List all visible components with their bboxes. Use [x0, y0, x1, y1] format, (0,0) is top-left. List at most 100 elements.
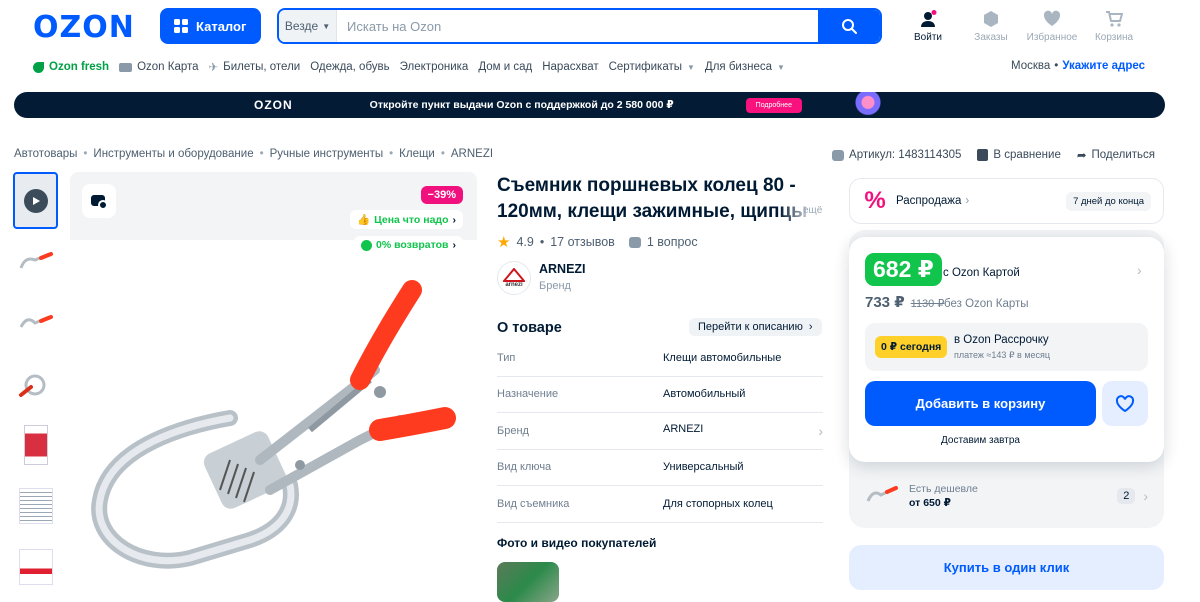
chevron-down-icon: ▼ — [777, 62, 785, 72]
spec-row: Вид съемника Для стопорных колец — [497, 486, 823, 523]
thumbnail-image[interactable] — [13, 416, 58, 473]
share-icon: ➦ — [1076, 150, 1087, 162]
subnav-ozon-card[interactable]: Ozon Карта — [119, 61, 199, 73]
customer-photo[interactable] — [497, 562, 559, 602]
document-image — [18, 487, 53, 524]
breadcrumb-item[interactable]: Ручные инструменты — [270, 148, 383, 160]
sale-days-badge: 7 дней до конца — [1066, 191, 1151, 211]
installment-badge: 0 ₽ сегодня — [875, 336, 948, 358]
subnav-trending[interactable]: Нарасхват — [542, 61, 598, 73]
document-image — [18, 548, 53, 585]
discount-badge: −39% — [420, 186, 463, 204]
go-to-description-button[interactable]: Перейти к описанию › — [689, 318, 822, 336]
subnav-clothes[interactable]: Одежда, обувь — [310, 61, 389, 73]
chevron-right-icon: › — [965, 195, 970, 207]
spec-row[interactable]: Бренд ARNEZI › — [497, 413, 823, 450]
breadcrumb-item[interactable]: Клещи — [399, 148, 435, 160]
chevron-down-icon: ▼ — [687, 62, 695, 72]
header-orders[interactable]: Заказы — [961, 10, 1021, 43]
spec-value-text: Клещи автомобильные — [663, 351, 782, 364]
search-button[interactable] — [818, 10, 880, 42]
brand-logo[interactable]: arnezi — [497, 261, 531, 295]
installment-subtitle: платеж ≈143 ₽ в месяц — [954, 350, 1051, 360]
spec-key: Вид ключа — [497, 461, 552, 474]
ozon-logo[interactable]: OZON — [33, 10, 135, 45]
leaf-icon — [33, 61, 44, 73]
promo-banner[interactable]: OZON Откройте пункт выдачи Ozon с поддер… — [14, 92, 1165, 118]
old-price: 1130 ₽ — [910, 298, 945, 310]
return-icon — [361, 239, 372, 251]
cheaper-offers[interactable]: Есть дешевле от 650 ₽ 2 › — [865, 478, 1148, 514]
subnav-label: Электроника — [399, 61, 469, 73]
thumbnail-image[interactable] — [13, 477, 58, 534]
chevron-right-icon[interactable]: › — [1137, 262, 1142, 278]
subnav-business[interactable]: Для бизнеса ▼ — [705, 61, 785, 73]
location: Москва • Укажите адрес — [1011, 60, 1145, 72]
thumbnail-video[interactable] — [13, 172, 58, 229]
spec-value-text: Автомобильный — [663, 388, 746, 401]
banner-button[interactable]: Подробнее — [745, 97, 802, 113]
header-orders-label: Заказы — [974, 32, 1008, 43]
spec-key: Тип — [497, 351, 516, 364]
product-image — [70, 240, 477, 597]
title-more-link[interactable]: ещё — [803, 205, 822, 216]
cheaper-label: Есть дешевле — [909, 483, 978, 495]
subnav-label: Билеты, отели — [223, 61, 301, 73]
add-to-favorites-button[interactable] — [1102, 381, 1148, 426]
compare-button[interactable]: В сравнение — [977, 149, 1061, 161]
product-gallery[interactable]: −39% 👍 Цена что надо › 0% возвратов › — [70, 172, 477, 597]
rating-value[interactable]: 4.9 — [516, 235, 533, 249]
product-title: Съемник поршневых колец 80 - 120мм, клещ… — [497, 175, 808, 222]
search-bar: Везде ▼ — [277, 8, 882, 44]
regular-price: 733 ₽ 1130 ₽ — [865, 293, 944, 311]
thumbnail-image[interactable] — [13, 294, 58, 351]
thumbnail-image[interactable] — [13, 233, 58, 290]
card-price[interactable]: 682 ₽ — [865, 253, 942, 286]
search-input[interactable] — [337, 10, 818, 42]
address-link[interactable]: Укажите адрес — [1062, 60, 1145, 72]
search-scope-label: Везде — [284, 19, 319, 33]
breadcrumb-separator: • — [259, 148, 264, 160]
breadcrumb-item[interactable]: Автотовары — [14, 148, 77, 160]
city-label[interactable]: Москва — [1011, 60, 1050, 72]
price-tag-badge[interactable]: 👍 Цена что надо › — [349, 210, 463, 229]
dot-separator: • — [539, 235, 545, 249]
sku[interactable]: Артикул: 1483114305 — [832, 149, 961, 161]
regular-price-label: без Ozon Карты — [944, 298, 1029, 310]
questions-link[interactable]: 1 вопрос — [647, 235, 698, 249]
dot-separator: • — [1054, 60, 1059, 72]
reviews-link[interactable]: 17 отзывов — [550, 235, 615, 249]
add-to-cart-button[interactable]: Добавить в корзину — [865, 381, 1096, 426]
buy-one-click-button[interactable]: Купить в один клик — [849, 545, 1164, 590]
thumbnail-image[interactable] — [13, 355, 58, 412]
percent-icon: % — [864, 187, 886, 214]
brand-logo-text: arnezi — [505, 282, 523, 288]
subnav-certificates[interactable]: Сертификаты ▼ — [609, 61, 695, 73]
sale-card[interactable]: % Распродажа › 7 дней до конца — [849, 178, 1164, 224]
sale-label: Распродажа — [896, 195, 962, 207]
subnav-tickets[interactable]: ✈ Билеты, отели — [209, 60, 301, 74]
video-review-icon[interactable] — [82, 184, 116, 218]
subnav-home-garden[interactable]: Дом и сад — [478, 61, 532, 73]
catalog-label: Каталог — [196, 18, 247, 34]
compare-icon — [977, 149, 989, 161]
subnav-electronics[interactable]: Электроника — [400, 61, 469, 73]
price-tag-label: Цена что надо — [374, 213, 449, 226]
breadcrumb-item[interactable]: ARNEZI — [451, 148, 493, 160]
header-login[interactable]: Войти — [898, 10, 958, 43]
returns-badge[interactable]: 0% возвратов › — [354, 236, 463, 254]
breadcrumb-item[interactable]: Инструменты и оборудование — [93, 148, 253, 160]
spec-value: Универсальный — [663, 461, 823, 473]
brand-name[interactable]: ARNEZI — [539, 262, 586, 276]
thumbnail-image[interactable] — [13, 538, 58, 595]
share-button[interactable]: ➦ Поделиться — [1077, 148, 1155, 162]
subnav-label: Дом и сад — [478, 61, 533, 73]
header-cart[interactable]: Корзина — [1084, 10, 1144, 43]
catalog-button[interactable]: Каталог — [160, 8, 261, 44]
card-icon — [119, 62, 133, 72]
search-scope-select[interactable]: Везде ▼ — [279, 10, 337, 42]
subnav-label: Для бизнеса — [704, 61, 773, 73]
breadcrumb-separator: • — [440, 148, 445, 160]
header-favorites[interactable]: Избранное — [1022, 10, 1082, 43]
subnav-ozon-fresh[interactable]: Ozon fresh — [33, 61, 109, 73]
